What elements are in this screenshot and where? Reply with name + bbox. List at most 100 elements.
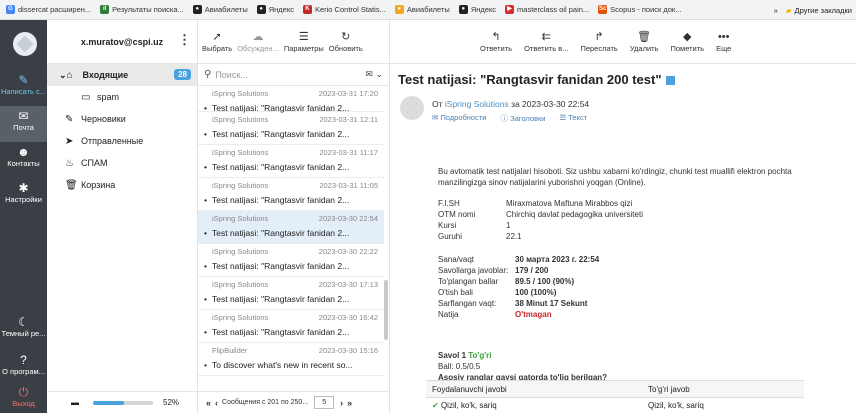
reply-button[interactable]: ↰ Ответить: [480, 31, 512, 53]
bookmarks-overflow[interactable]: » ▰ Другие закладки: [767, 0, 852, 19]
folder-item-5[interactable]: 🗑 Корзина: [47, 174, 197, 196]
message-row[interactable]: iSpring Solutions 2023-03-31 11:17 • Test n…: [198, 145, 384, 178]
select-button[interactable]: ➚ Выбрать: [202, 31, 232, 53]
answer-table-header: Foydalanuvchi javobi To'g'ri javob: [426, 381, 804, 398]
discussion-button[interactable]: ☁ Обсужден...: [237, 31, 279, 53]
headers-link[interactable]: ⓘ Заголовки: [500, 113, 552, 124]
list-scrollbar[interactable]: [384, 280, 388, 340]
list-toolbar: ➚ Выбрать ☁ Обсужден... ☰ Параметры ↻ Обнови…: [198, 20, 389, 64]
bookmark-item[interactable]: ▶ masterclass oil pain...: [505, 5, 589, 14]
message-row[interactable]: iSpring Solutions 2023-03-30 16:42 • Test n…: [198, 310, 384, 343]
text-link[interactable]: ☰ Текст: [559, 113, 594, 124]
folder-list: ⌄ ⌂ Входящие 28 ▭ spam ✎ Черновики ➤ Отправленны…: [47, 64, 197, 196]
dark-mode-toggle[interactable]: ☾ Темный ре...: [0, 312, 47, 348]
forward-label: Переслать: [580, 43, 618, 53]
message-meta: iSpring Solutions 2023-03-30 22:22: [204, 247, 378, 256]
message-date: 2023-03-30 16:42: [318, 313, 378, 322]
folder-item-1[interactable]: ▭ spam: [47, 86, 197, 108]
parameters-button[interactable]: ☰ Параметры: [284, 31, 324, 53]
forward-button[interactable]: ↱ Переслать: [580, 31, 617, 53]
message-sender: iSpring Solutions: [212, 181, 269, 190]
text-label: Текст: [568, 113, 588, 122]
prev-page-icon[interactable]: ‹: [215, 398, 218, 408]
bookmark-label: Kerio Control Statis...: [314, 5, 386, 14]
bookmark-item[interactable]: Gdissercat расширен...: [6, 5, 91, 14]
message-sender: iSpring Solutions: [212, 89, 269, 98]
message-row[interactable]: FlipBuilder 2023-03-30 15:16 • To discover …: [198, 343, 384, 376]
nav-mail-label: Почта: [13, 123, 34, 132]
bookmarks-more-icon[interactable]: »: [774, 6, 778, 15]
nav-settings[interactable]: ✱ Настройки: [0, 178, 47, 214]
folder-item-0[interactable]: ⌄ ⌂ Входящие 28: [47, 64, 197, 86]
bookmark-item[interactable]: Sc Scopus - поиск док...: [598, 5, 681, 14]
folder-item-3[interactable]: ➤ Отправленные: [47, 130, 197, 152]
dark-mode-label: Темный ре...: [1, 329, 46, 338]
about-button[interactable]: ? О програм...: [0, 350, 47, 386]
message-row[interactable]: iSpring Solutions 2023-03-31 12:11 • Test n…: [198, 112, 384, 145]
folder-icon: ▰: [785, 5, 792, 15]
quota-footer: ▬ 52%: [47, 391, 198, 413]
bookmark-favicon-icon: ▶: [505, 5, 515, 14]
info-row: Guruhi 22.1: [438, 231, 848, 242]
bookmark-label: Яндекс: [470, 5, 497, 14]
chevron-down-icon[interactable]: ⌄: [59, 70, 67, 81]
message-subject: Test natijasi: "Rangtasvir fanidan 200 t…: [398, 72, 675, 87]
message-date: 2023-03-30 15:16: [318, 346, 378, 355]
col-correct-answer: To'g'ri javob: [648, 384, 690, 394]
account-menu-icon[interactable]: ⋮: [178, 32, 191, 48]
search-filter-icon[interactable]: ✉ ⌄: [365, 69, 383, 80]
more-button[interactable]: ••• Еще: [716, 31, 731, 53]
folder-item-4[interactable]: ♨ СПАМ: [47, 152, 197, 174]
bookmark-item[interactable]: ● Авиабилеты: [394, 5, 450, 14]
open-external-icon[interactable]: [665, 76, 675, 86]
sender-avatar: [400, 96, 424, 120]
message-row[interactable]: iSpring Solutions 2023-03-31 11:05 • Test n…: [198, 178, 384, 211]
message-row[interactable]: iSpring Solutions 2023-03-30 22:22 • Test n…: [198, 244, 384, 277]
next-page-icon[interactable]: ›: [340, 398, 343, 408]
mark-button[interactable]: ◆ Пометить: [670, 31, 704, 53]
nav-contacts[interactable]: ☻ Контакты: [0, 142, 47, 178]
app-logo: [13, 32, 37, 56]
message-meta: iSpring Solutions 2023-03-31 11:05: [204, 181, 378, 190]
message-row[interactable]: iSpring Solutions 2023-03-30 17:13 • Test n…: [198, 277, 384, 310]
message-row[interactable]: iSpring Solutions 2023-03-30 22:54 • Test n…: [198, 211, 384, 244]
details-link[interactable]: ✉ Подробности: [432, 113, 493, 124]
question-score: Ball: 0.5/0.5: [438, 362, 481, 371]
folder-label: Отправленные: [81, 136, 144, 146]
search-input[interactable]: ⚲ Поиск... ✉ ⌄: [198, 64, 389, 86]
bookmark-item[interactable]: ● Яндекс: [256, 5, 294, 14]
bookmark-item[interactable]: ● Авиабилеты: [192, 5, 248, 14]
refresh-button[interactable]: ↻ Обновить: [329, 31, 363, 53]
reply-label: Ответить: [480, 43, 513, 53]
bookmarks-bar: Gdissercat расширен... il Результаты поиск…: [0, 0, 856, 20]
unread-dot-icon: •: [204, 294, 207, 304]
search-icon: ⚲: [204, 69, 212, 80]
bookmark-item[interactable]: K Kerio Control Statis...: [302, 5, 386, 14]
correct-answer-cell: Qizil, ko'k, sariq: [648, 400, 704, 410]
message-date: 2023-03-30 17:13: [318, 280, 378, 289]
info-value: 22.1: [506, 232, 522, 241]
bookmark-label: Яндекс: [268, 5, 294, 14]
tag-icon: ◆: [683, 30, 692, 43]
send-icon: ➤: [65, 135, 74, 147]
bookmark-item[interactable]: ● Яндекс: [458, 5, 497, 14]
message-subject-line: • Test natijasi: "Rangtasvir fanidan 2...: [204, 195, 378, 205]
cursor-icon: ➚: [212, 30, 222, 43]
folder-item-2[interactable]: ✎ Черновики: [47, 108, 197, 130]
compose-button[interactable]: ✎ Написать с...: [0, 70, 47, 106]
bookmark-item[interactable]: il Результаты поиска...: [100, 5, 184, 14]
subject-text: Test natijasi: "Rangtasvir fanidan 200 t…: [398, 72, 662, 87]
stat-key: O'tish bali: [438, 288, 473, 297]
info-key: F.I.SH: [438, 199, 460, 208]
page-input[interactable]: 5: [314, 396, 335, 409]
message-subject: Test natijasi: "Rangtasvir fanidan 2...: [212, 162, 350, 172]
message-subject: Test natijasi: "Rangtasvir fanidan 2...: [212, 327, 350, 337]
delete-button[interactable]: 🗑 Удалить: [630, 31, 659, 53]
nav-mail[interactable]: ✉ Почта: [0, 106, 47, 142]
message-row[interactable]: iSpring Solutions 2023-03-31 17:20 • Test n…: [198, 86, 384, 113]
reply-all-button[interactable]: ⇇ Ответить в...: [524, 31, 568, 53]
bookmark-favicon-icon: K: [302, 5, 312, 14]
last-page-icon[interactable]: »: [347, 398, 352, 408]
sender-link[interactable]: iSpring Solutions: [445, 99, 509, 109]
first-page-icon[interactable]: «: [206, 398, 211, 408]
